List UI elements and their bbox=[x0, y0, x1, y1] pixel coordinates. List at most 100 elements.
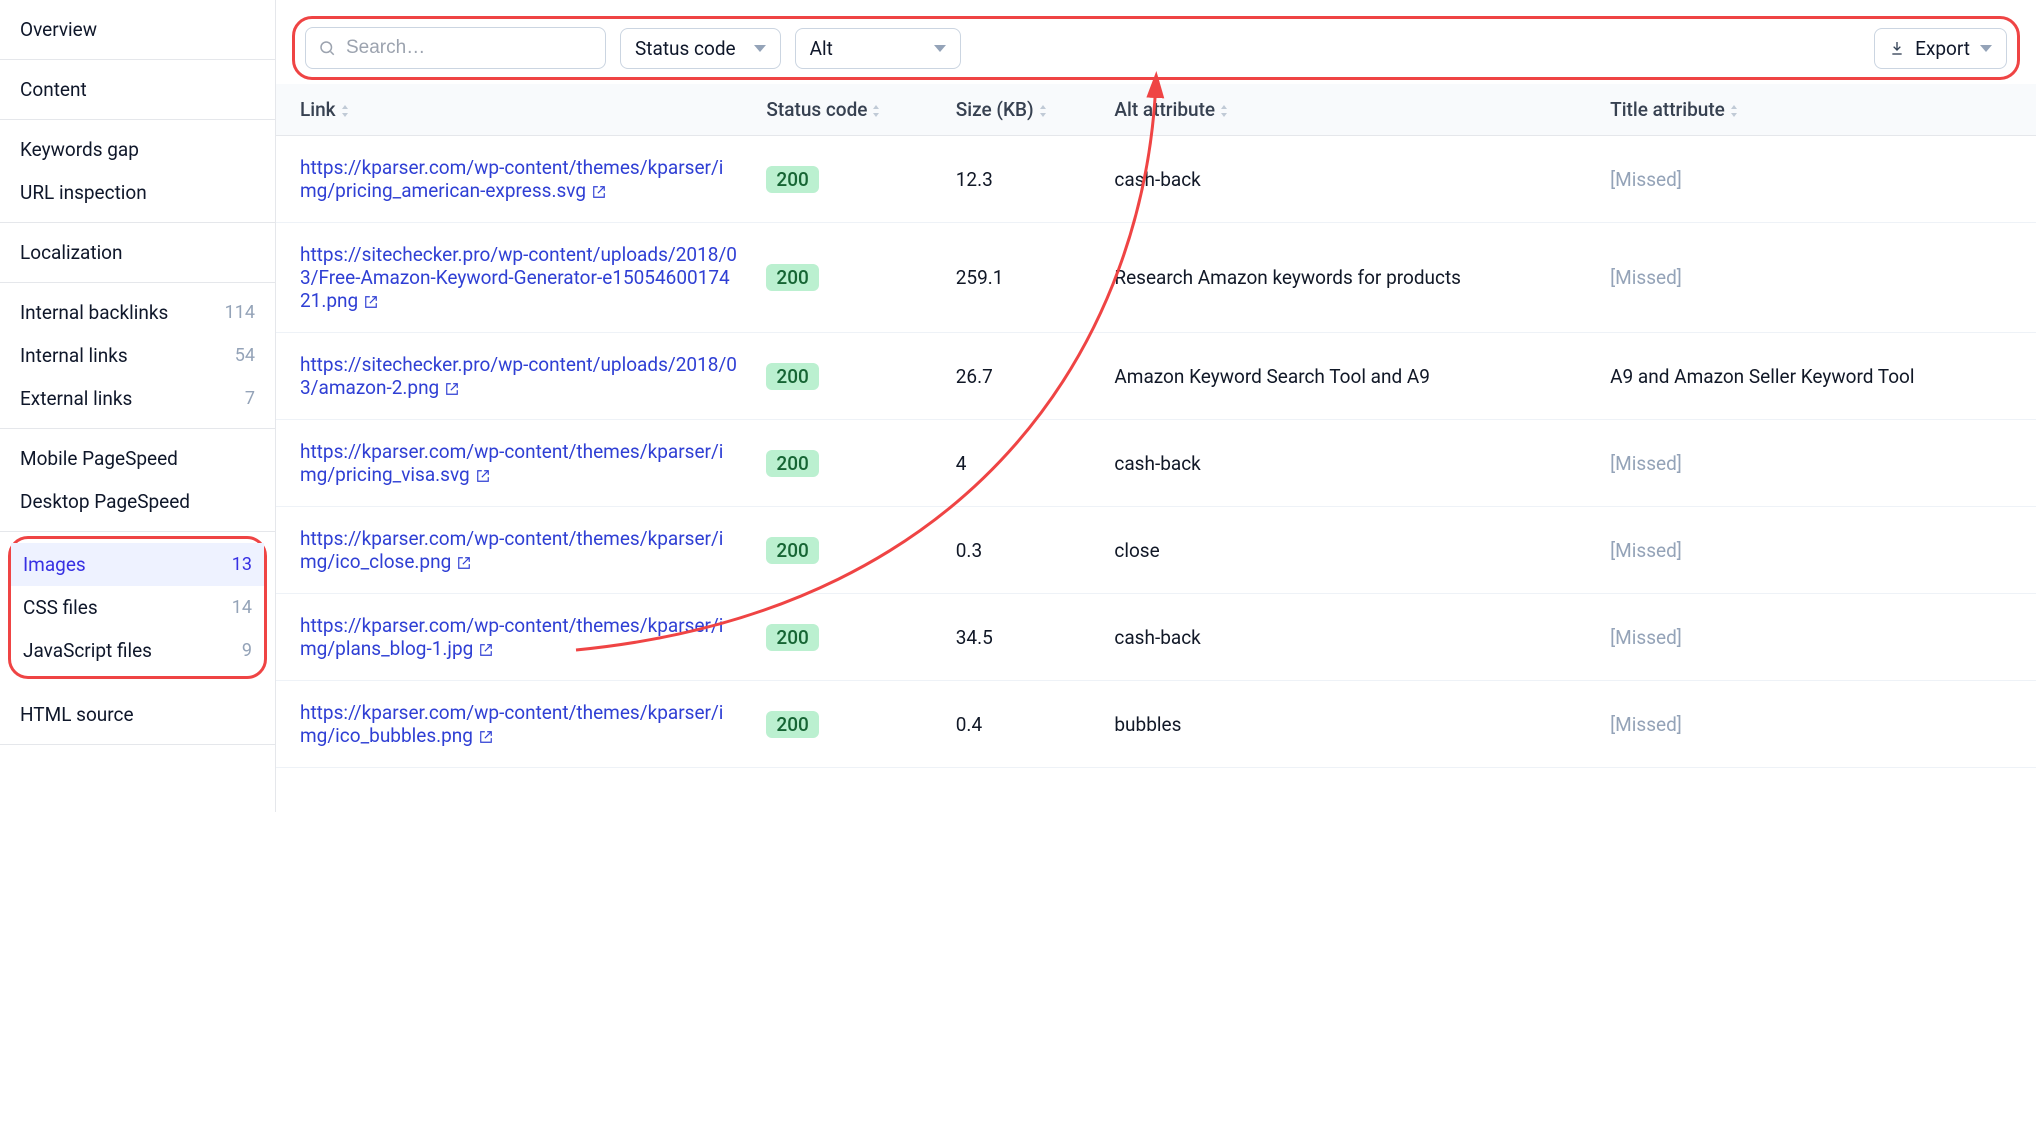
image-link[interactable]: https://kparser.com/wp-content/themes/kp… bbox=[300, 527, 723, 573]
sidebar-item-count: 114 bbox=[225, 302, 255, 323]
cell-link: https://kparser.com/wp-content/themes/kp… bbox=[276, 420, 752, 507]
sort-icon bbox=[1729, 105, 1739, 117]
image-link[interactable]: https://sitechecker.pro/wp-content/uploa… bbox=[300, 353, 737, 399]
sidebar-item-url-inspection[interactable]: URL inspection bbox=[0, 171, 275, 214]
cell-title: [Missed] bbox=[1596, 420, 2036, 507]
status-code-filter[interactable]: Status code bbox=[620, 28, 781, 69]
external-link-icon bbox=[445, 382, 459, 396]
cell-alt: Amazon Keyword Search Tool and A9 bbox=[1100, 333, 1596, 420]
col-status[interactable]: Status code bbox=[752, 84, 941, 136]
cell-title: [Missed] bbox=[1596, 136, 2036, 223]
image-link[interactable]: https://kparser.com/wp-content/themes/kp… bbox=[300, 701, 723, 747]
image-link[interactable]: https://kparser.com/wp-content/themes/kp… bbox=[300, 156, 723, 202]
cell-status: 200 bbox=[752, 420, 941, 507]
col-size[interactable]: Size (KB) bbox=[942, 84, 1101, 136]
cell-title: [Missed] bbox=[1596, 594, 2036, 681]
sidebar-item-label: HTML source bbox=[20, 703, 134, 726]
sidebar-item-label: Mobile PageSpeed bbox=[20, 447, 178, 470]
sidebar-item-localization[interactable]: Localization bbox=[0, 231, 275, 274]
sidebar-item-html-source[interactable]: HTML source bbox=[0, 693, 275, 736]
cell-link: https://sitechecker.pro/wp-content/uploa… bbox=[276, 223, 752, 333]
sidebar-item-internal-links[interactable]: Internal links 54 bbox=[0, 334, 275, 377]
table-row: https://sitechecker.pro/wp-content/uploa… bbox=[276, 333, 2036, 420]
cell-alt: close bbox=[1100, 507, 1596, 594]
sidebar-item-css-files[interactable]: CSS files 14 bbox=[11, 586, 264, 629]
cell-link: https://sitechecker.pro/wp-content/uploa… bbox=[276, 333, 752, 420]
status-badge: 200 bbox=[766, 166, 818, 193]
status-badge: 200 bbox=[766, 537, 818, 564]
sort-icon bbox=[340, 105, 350, 117]
alt-filter[interactable]: Alt bbox=[795, 28, 961, 69]
sidebar-item-external-links[interactable]: External links 7 bbox=[0, 377, 275, 420]
chevron-down-icon bbox=[934, 45, 946, 52]
status-badge: 200 bbox=[766, 711, 818, 738]
sidebar-item-images[interactable]: Images13 bbox=[11, 543, 264, 586]
search-input-wrap[interactable] bbox=[305, 27, 606, 69]
sidebar-item-label: URL inspection bbox=[20, 181, 147, 204]
col-title[interactable]: Title attribute bbox=[1596, 84, 2036, 136]
sort-icon bbox=[1219, 105, 1229, 117]
external-link-icon bbox=[479, 730, 493, 744]
cell-status: 200 bbox=[752, 594, 941, 681]
sidebar-item-internal-backlinks[interactable]: Internal backlinks 114 bbox=[0, 291, 275, 334]
cell-size: 0.3 bbox=[942, 507, 1101, 594]
image-link[interactable]: https://kparser.com/wp-content/themes/kp… bbox=[300, 440, 723, 486]
cell-link: https://kparser.com/wp-content/themes/kp… bbox=[276, 594, 752, 681]
sidebar-item-count: 7 bbox=[245, 388, 255, 409]
sidebar-item-label: JavaScript files bbox=[23, 639, 152, 662]
col-link[interactable]: Link bbox=[276, 84, 752, 136]
alt-filter-label: Alt bbox=[810, 37, 833, 60]
table-row: https://kparser.com/wp-content/themes/kp… bbox=[276, 420, 2036, 507]
external-link-icon bbox=[364, 295, 378, 309]
sidebar-item-label: Localization bbox=[20, 241, 123, 264]
cell-title: [Missed] bbox=[1596, 681, 2036, 768]
cell-link: https://kparser.com/wp-content/themes/kp… bbox=[276, 136, 752, 223]
sidebar-item-label: Content bbox=[20, 78, 87, 101]
sort-icon bbox=[1038, 105, 1048, 117]
status-badge: 200 bbox=[766, 264, 818, 291]
image-link[interactable]: https://sitechecker.pro/wp-content/uploa… bbox=[300, 243, 737, 312]
export-label: Export bbox=[1915, 37, 1970, 60]
sidebar-item-label: Keywords gap bbox=[20, 138, 139, 161]
cell-size: 34.5 bbox=[942, 594, 1101, 681]
sidebar-item-desktop-pagespeed[interactable]: Desktop PageSpeed bbox=[0, 480, 275, 523]
cell-status: 200 bbox=[752, 333, 941, 420]
export-button[interactable]: Export bbox=[1874, 28, 2007, 69]
status-code-filter-label: Status code bbox=[635, 37, 736, 60]
sidebar-item-keywords-gap[interactable]: Keywords gap bbox=[0, 128, 275, 171]
sidebar-item-label: Desktop PageSpeed bbox=[20, 490, 190, 513]
download-icon bbox=[1889, 40, 1905, 56]
cell-status: 200 bbox=[752, 223, 941, 333]
sidebar-item-count: 14 bbox=[232, 597, 252, 618]
sidebar-item-content[interactable]: Content bbox=[0, 68, 275, 111]
cell-alt: bubbles bbox=[1100, 681, 1596, 768]
cell-alt: cash-back bbox=[1100, 420, 1596, 507]
cell-size: 0.4 bbox=[942, 681, 1101, 768]
main-panel: Status code Alt Export Link Status code … bbox=[276, 0, 2036, 812]
sidebar-item-label: External links bbox=[20, 387, 132, 410]
cell-link: https://kparser.com/wp-content/themes/kp… bbox=[276, 507, 752, 594]
cell-alt: cash-back bbox=[1100, 136, 1596, 223]
col-alt[interactable]: Alt attribute bbox=[1100, 84, 1596, 136]
sidebar-item-overview[interactable]: Overview bbox=[0, 8, 275, 51]
external-link-icon bbox=[479, 643, 493, 657]
sidebar-item-label: Images bbox=[23, 553, 86, 576]
cell-title: [Missed] bbox=[1596, 223, 2036, 333]
image-link[interactable]: https://kparser.com/wp-content/themes/kp… bbox=[300, 614, 723, 660]
sidebar-item-mobile-pagespeed[interactable]: Mobile PageSpeed bbox=[0, 437, 275, 480]
sidebar-item-count: 54 bbox=[235, 345, 255, 366]
sidebar-item-label: CSS files bbox=[23, 596, 98, 619]
table-row: https://sitechecker.pro/wp-content/uploa… bbox=[276, 223, 2036, 333]
results-tbody: https://kparser.com/wp-content/themes/kp… bbox=[276, 136, 2036, 768]
sidebar-item-javascript-files[interactable]: JavaScript files9 bbox=[11, 629, 264, 672]
sidebar-item-label: Internal links bbox=[20, 344, 128, 367]
status-badge: 200 bbox=[766, 363, 818, 390]
cell-size: 259.1 bbox=[942, 223, 1101, 333]
external-link-icon bbox=[457, 556, 471, 570]
cell-status: 200 bbox=[752, 681, 941, 768]
cell-title: A9 and Amazon Seller Keyword Tool bbox=[1596, 333, 2036, 420]
search-input[interactable] bbox=[344, 36, 593, 60]
cell-size: 4 bbox=[942, 420, 1101, 507]
status-badge: 200 bbox=[766, 624, 818, 651]
sidebar-item-label: Internal backlinks bbox=[20, 301, 168, 324]
